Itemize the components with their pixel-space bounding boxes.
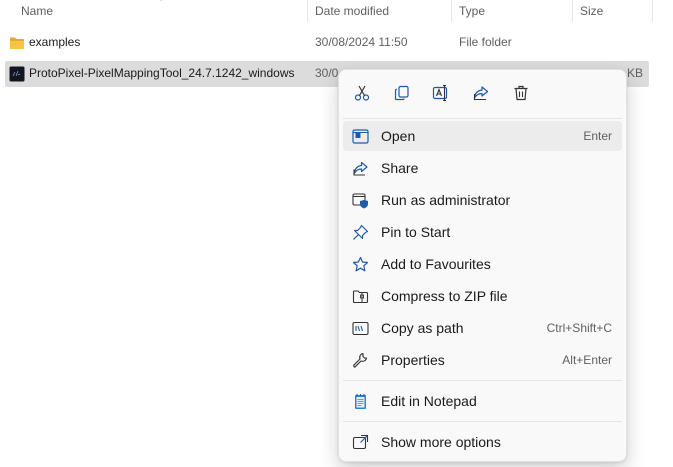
exe-app-icon <box>9 66 25 82</box>
menu-item-label: Show more options <box>381 434 501 450</box>
pin-icon <box>352 224 369 241</box>
menu-item-label: Properties <box>381 352 445 368</box>
menu-item-show-more-options[interactable]: Show more options <box>343 427 622 457</box>
menu-divider <box>343 118 622 119</box>
copy-icon <box>394 85 409 101</box>
column-separator[interactable] <box>652 0 653 22</box>
admin-shield-icon <box>352 192 369 209</box>
file-size: KB <box>626 66 643 80</box>
menu-divider <box>343 380 622 381</box>
copy-button[interactable] <box>389 81 415 105</box>
file-date: 30/08/2024 11:50 <box>315 35 408 49</box>
quick-action-bar <box>339 70 626 118</box>
column-date-modified[interactable]: Date modified <box>308 3 389 22</box>
rename-button[interactable] <box>428 81 454 105</box>
share-button[interactable] <box>468 81 494 105</box>
menu-item-add-to-favourites[interactable]: Add to Favourites <box>343 249 622 279</box>
delete-icon <box>514 85 528 101</box>
menu-item-pin-to-start[interactable]: Pin to Start <box>343 217 622 247</box>
menu-item-share[interactable]: Share <box>343 153 622 183</box>
column-header: Name Date modified Type Size <box>0 0 673 22</box>
menu-item-label: Compress to ZIP file <box>381 288 508 304</box>
zip-icon <box>352 288 369 305</box>
delete-button[interactable] <box>508 81 534 105</box>
rename-icon <box>432 84 448 102</box>
file-name: examples <box>29 35 81 49</box>
menu-item-compress-zip[interactable]: Compress to ZIP file <box>343 281 622 311</box>
column-type-label: Type <box>459 4 486 18</box>
column-date-label: Date modified <box>315 4 390 18</box>
column-name-label: Name <box>21 4 54 18</box>
menu-item-open[interactable]: Open Enter <box>343 121 622 151</box>
column-size[interactable]: Size <box>573 3 603 22</box>
share-icon <box>352 160 369 177</box>
menu-item-shortcut: Ctrl+Shift+C <box>546 321 612 335</box>
column-type[interactable]: Type <box>452 3 485 22</box>
more-options-icon <box>352 434 369 451</box>
menu-item-shortcut: Alt+Enter <box>562 353 612 367</box>
menu-item-label: Share <box>381 160 419 176</box>
copy-path-icon <box>352 320 369 337</box>
column-size-label: Size <box>580 4 604 18</box>
menu-divider <box>343 421 622 422</box>
share-icon <box>473 86 489 101</box>
menu-item-shortcut: Enter <box>583 129 612 143</box>
menu-item-label: Add to Favourites <box>381 256 491 272</box>
cut-icon <box>354 85 370 101</box>
notepad-icon <box>352 393 369 410</box>
menu-item-label: Run as administrator <box>381 192 511 208</box>
menu-item-run-as-admin[interactable]: Run as administrator <box>343 185 622 215</box>
cut-button[interactable] <box>349 81 375 105</box>
folder-icon <box>10 37 24 49</box>
file-name: ProtoPixel-PixelMappingTool_24.7.1242_wi… <box>29 66 295 80</box>
menu-item-properties[interactable]: Properties Alt+Enter <box>343 345 622 375</box>
star-icon <box>352 256 369 273</box>
context-menu: Open Enter Share Run as administrator Pi… <box>338 69 627 462</box>
menu-item-label: Open <box>381 128 416 144</box>
column-name[interactable]: Name <box>14 3 53 22</box>
file-date: 30/0 <box>315 66 339 80</box>
menu-item-label: Copy as path <box>381 320 464 336</box>
open-app-icon <box>352 128 369 145</box>
file-type: File folder <box>459 35 512 49</box>
sort-chevron-icon <box>160 0 162 1</box>
menu-item-label: Pin to Start <box>381 224 451 240</box>
menu-item-copy-as-path[interactable]: Copy as path Ctrl+Shift+C <box>343 313 622 343</box>
menu-item-label: Edit in Notepad <box>381 393 477 409</box>
file-row[interactable]: examples 30/08/2024 11:50 File folder <box>5 30 649 56</box>
menu-item-edit-in-notepad[interactable]: Edit in Notepad <box>343 386 622 416</box>
wrench-icon <box>352 352 369 369</box>
file-explorer-view: Name Date modified Type Size examples 30… <box>0 0 673 467</box>
